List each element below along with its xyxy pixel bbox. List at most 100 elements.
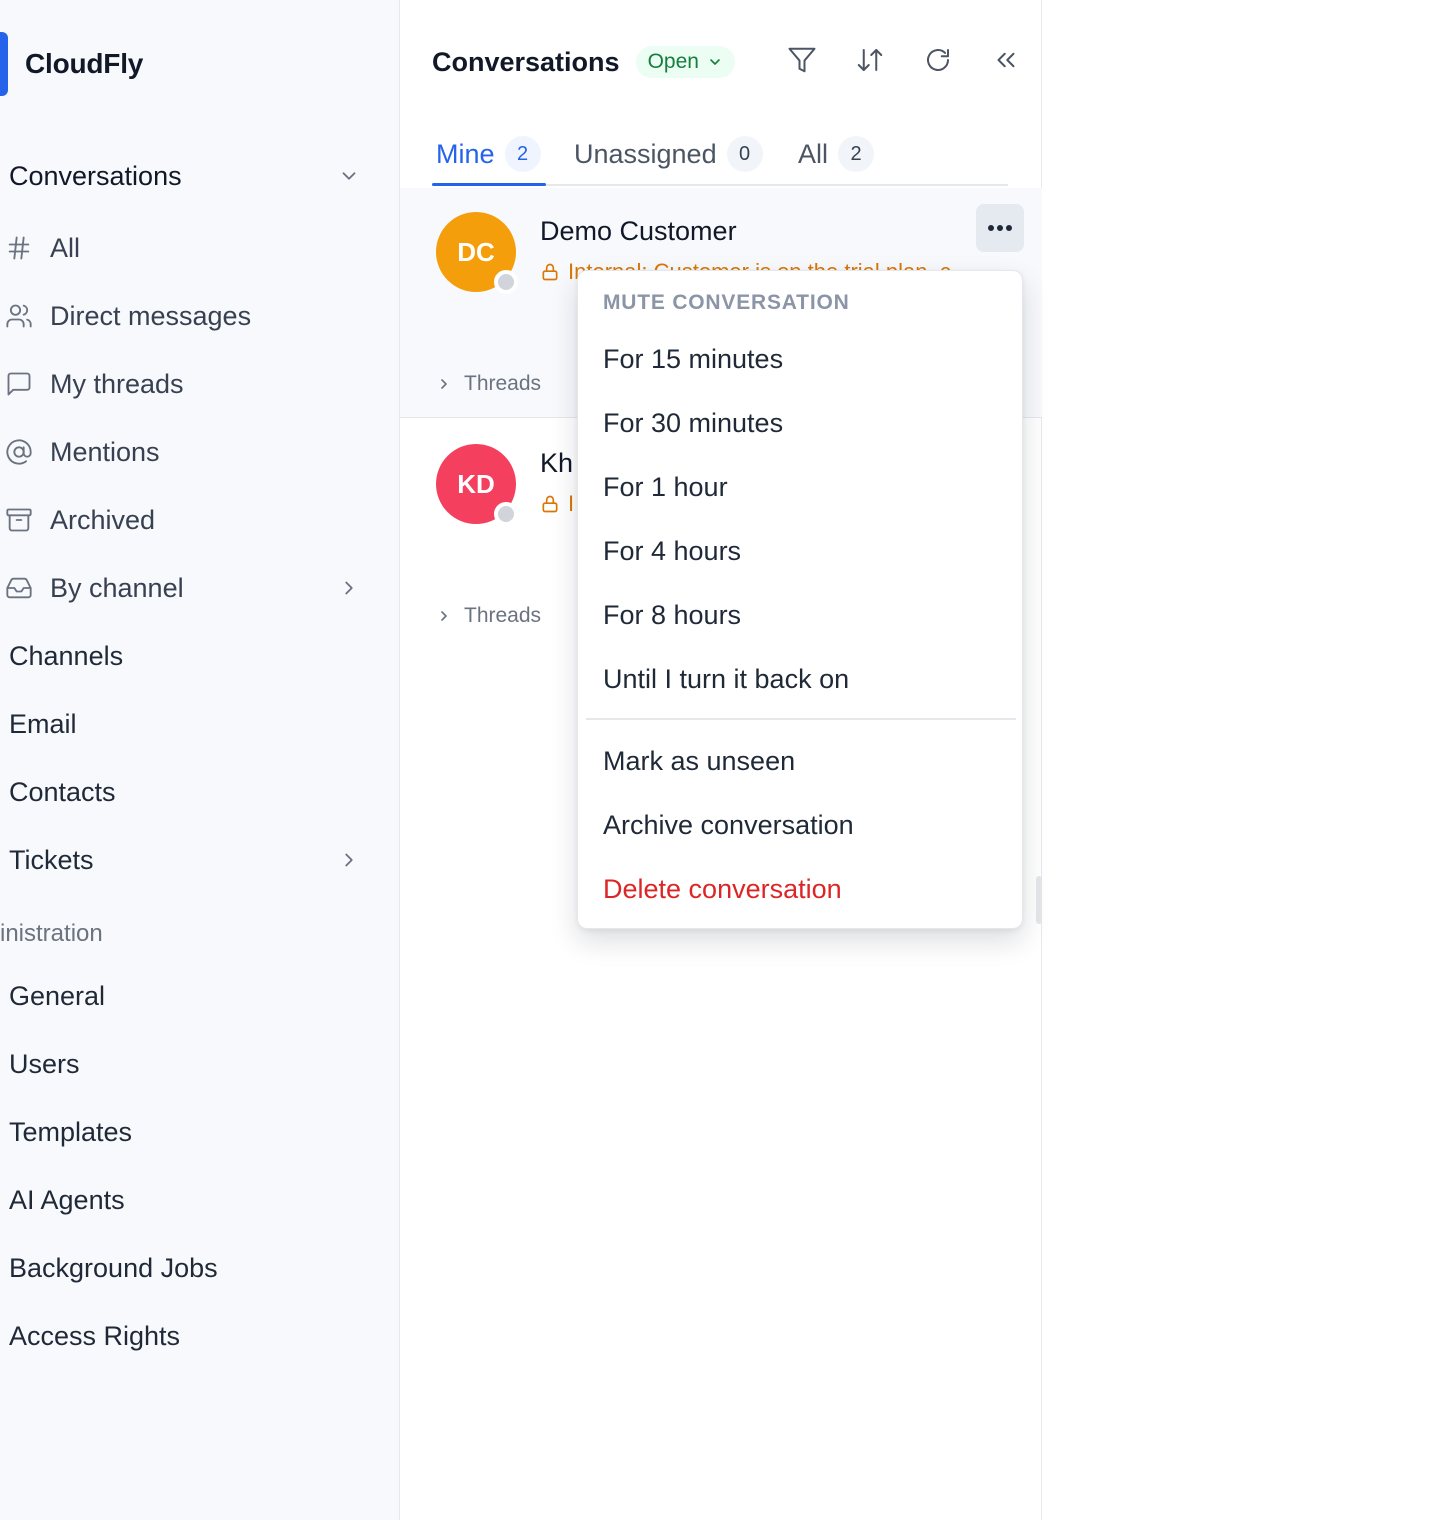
presence-indicator bbox=[494, 270, 518, 294]
chevron-right-icon bbox=[441, 379, 447, 389]
contact-name: Kh bbox=[540, 448, 574, 478]
chevron-right-icon bbox=[441, 611, 447, 621]
avatar-initials: DC bbox=[457, 236, 495, 267]
avatar-initials: KD bbox=[457, 468, 495, 499]
mute-15-minutes-option[interactable]: For 15 minutes bbox=[586, 331, 1016, 387]
sort-arrows-icon bbox=[857, 49, 883, 71]
sidebar-item-all[interactable]: All bbox=[0, 222, 370, 274]
sidebar-item-users[interactable]: Users bbox=[0, 1038, 370, 1090]
brand[interactable]: CloudFly bbox=[0, 32, 143, 96]
brand-name: CloudFly bbox=[25, 48, 144, 79]
mark-as-unseen-option[interactable]: Mark as unseen bbox=[586, 733, 1016, 789]
chevron-right-icon bbox=[345, 853, 353, 867]
conversations-section-label: Conversations bbox=[9, 160, 182, 191]
mute-4-hours-option[interactable]: For 4 hours bbox=[586, 523, 1016, 579]
chevrons-left-icon bbox=[997, 52, 1015, 68]
tab-label: Unassigned bbox=[574, 138, 717, 169]
note-text: I bbox=[568, 491, 575, 516]
users-icon bbox=[2, 299, 36, 333]
conversations-section-toggle[interactable]: Conversations bbox=[0, 150, 370, 202]
threads-label: Threads bbox=[464, 604, 542, 627]
conversation-tabs: Mine 2 Unassigned 0 All 2 bbox=[432, 124, 1008, 186]
sidebar-item-label: All bbox=[50, 232, 81, 263]
filter-icon bbox=[788, 47, 816, 73]
active-tab-indicator bbox=[432, 183, 546, 186]
tab-count-badge: 2 bbox=[504, 136, 541, 172]
mute-8-hours-option[interactable]: For 8 hours bbox=[586, 587, 1016, 643]
threads-toggle[interactable]: Threads bbox=[436, 604, 541, 628]
mute-conversation-header: MUTE CONVERSATION bbox=[603, 291, 850, 314]
sidebar-item-label: By channel bbox=[50, 572, 184, 603]
sidebar-item-label: My threads bbox=[50, 368, 184, 399]
sidebar-item-label: Contacts bbox=[9, 776, 116, 807]
sidebar-item-label: Archived bbox=[50, 504, 156, 535]
status-filter-value: Open bbox=[647, 50, 699, 73]
sidebar-item-templates[interactable]: Templates bbox=[0, 1106, 370, 1158]
mute-indefinitely-option[interactable]: Until I turn it back on bbox=[586, 651, 1016, 707]
sidebar: CloudFly Conversations All Direct messag… bbox=[0, 0, 400, 1520]
tab-mine[interactable]: Mine 2 bbox=[436, 124, 541, 184]
archive-icon bbox=[2, 503, 36, 537]
sidebar-item-label: Direct messages bbox=[50, 300, 252, 331]
collapse-panel-button[interactable] bbox=[986, 40, 1026, 80]
lock-icon bbox=[542, 263, 558, 281]
chevron-down-icon bbox=[342, 172, 356, 180]
lock-icon bbox=[542, 495, 558, 513]
panel-resize-handle[interactable] bbox=[1036, 876, 1042, 924]
delete-conversation-option[interactable]: Delete conversation bbox=[586, 861, 1016, 917]
panel-title: Conversations bbox=[432, 46, 620, 77]
contact-name: Demo Customer bbox=[540, 216, 737, 246]
sidebar-item-label: AI Agents bbox=[9, 1184, 125, 1215]
sidebar-item-channels[interactable]: Channels bbox=[0, 630, 370, 682]
sidebar-item-label: Access Rights bbox=[9, 1320, 181, 1351]
archive-conversation-option[interactable]: Archive conversation bbox=[586, 797, 1016, 853]
tab-unassigned[interactable]: Unassigned 0 bbox=[574, 124, 763, 184]
hash-icon bbox=[2, 231, 36, 265]
sort-button[interactable] bbox=[850, 40, 890, 80]
chevron-right-icon bbox=[345, 581, 353, 595]
panel-header: Conversations Open bbox=[432, 40, 735, 84]
conversation-options-menu: MUTE CONVERSATION For 15 minutes For 30 … bbox=[577, 270, 1023, 929]
sidebar-item-archived[interactable]: Archived bbox=[0, 494, 370, 546]
presence-indicator bbox=[494, 502, 518, 526]
tab-count-badge: 0 bbox=[726, 136, 763, 172]
filter-button[interactable] bbox=[782, 40, 822, 80]
sidebar-item-access-rights[interactable]: Access Rights bbox=[0, 1310, 370, 1362]
sidebar-item-label: General bbox=[9, 980, 106, 1011]
sidebar-item-mentions[interactable]: Mentions bbox=[0, 426, 370, 478]
sidebar-item-label: Mentions bbox=[50, 436, 160, 467]
sidebar-item-label: Tickets bbox=[9, 844, 94, 875]
status-filter-dropdown[interactable]: Open bbox=[635, 46, 735, 78]
brand-logo-mark bbox=[0, 32, 8, 96]
mute-30-minutes-option[interactable]: For 30 minutes bbox=[586, 395, 1016, 451]
mute-1-hour-option[interactable]: For 1 hour bbox=[586, 459, 1016, 515]
sidebar-item-email[interactable]: Email bbox=[0, 698, 370, 750]
sidebar-item-ai-agents[interactable]: AI Agents bbox=[0, 1174, 370, 1226]
sidebar-item-contacts[interactable]: Contacts bbox=[0, 766, 370, 818]
more-options-button[interactable] bbox=[976, 204, 1024, 252]
message-square-icon bbox=[2, 367, 36, 401]
administration-section-label: inistration bbox=[0, 920, 103, 947]
sidebar-item-label: Channels bbox=[9, 640, 124, 671]
avatar: DC bbox=[436, 212, 518, 294]
tab-label: All bbox=[798, 138, 829, 169]
refresh-icon bbox=[927, 49, 949, 71]
chevron-down-icon bbox=[710, 59, 720, 65]
at-sign-icon bbox=[2, 435, 36, 469]
avatar: KD bbox=[436, 444, 518, 526]
sidebar-item-general[interactable]: General bbox=[0, 970, 370, 1022]
menu-divider bbox=[586, 718, 1016, 720]
sidebar-item-my-threads[interactable]: My threads bbox=[0, 358, 370, 410]
sidebar-item-direct-messages[interactable]: Direct messages bbox=[0, 290, 370, 342]
sidebar-item-label: Users bbox=[9, 1048, 80, 1079]
tab-all[interactable]: All 2 bbox=[798, 124, 875, 184]
inbox-icon bbox=[2, 571, 36, 605]
sidebar-item-label: Background Jobs bbox=[9, 1252, 218, 1283]
more-horizontal-icon bbox=[988, 225, 1012, 231]
tab-label: Mine bbox=[436, 138, 495, 169]
refresh-button[interactable] bbox=[918, 40, 958, 80]
sidebar-item-by-channel[interactable]: By channel bbox=[0, 562, 370, 614]
sidebar-item-tickets[interactable]: Tickets bbox=[0, 834, 370, 886]
sidebar-item-background-jobs[interactable]: Background Jobs bbox=[0, 1242, 370, 1294]
threads-toggle[interactable]: Threads bbox=[436, 372, 541, 396]
